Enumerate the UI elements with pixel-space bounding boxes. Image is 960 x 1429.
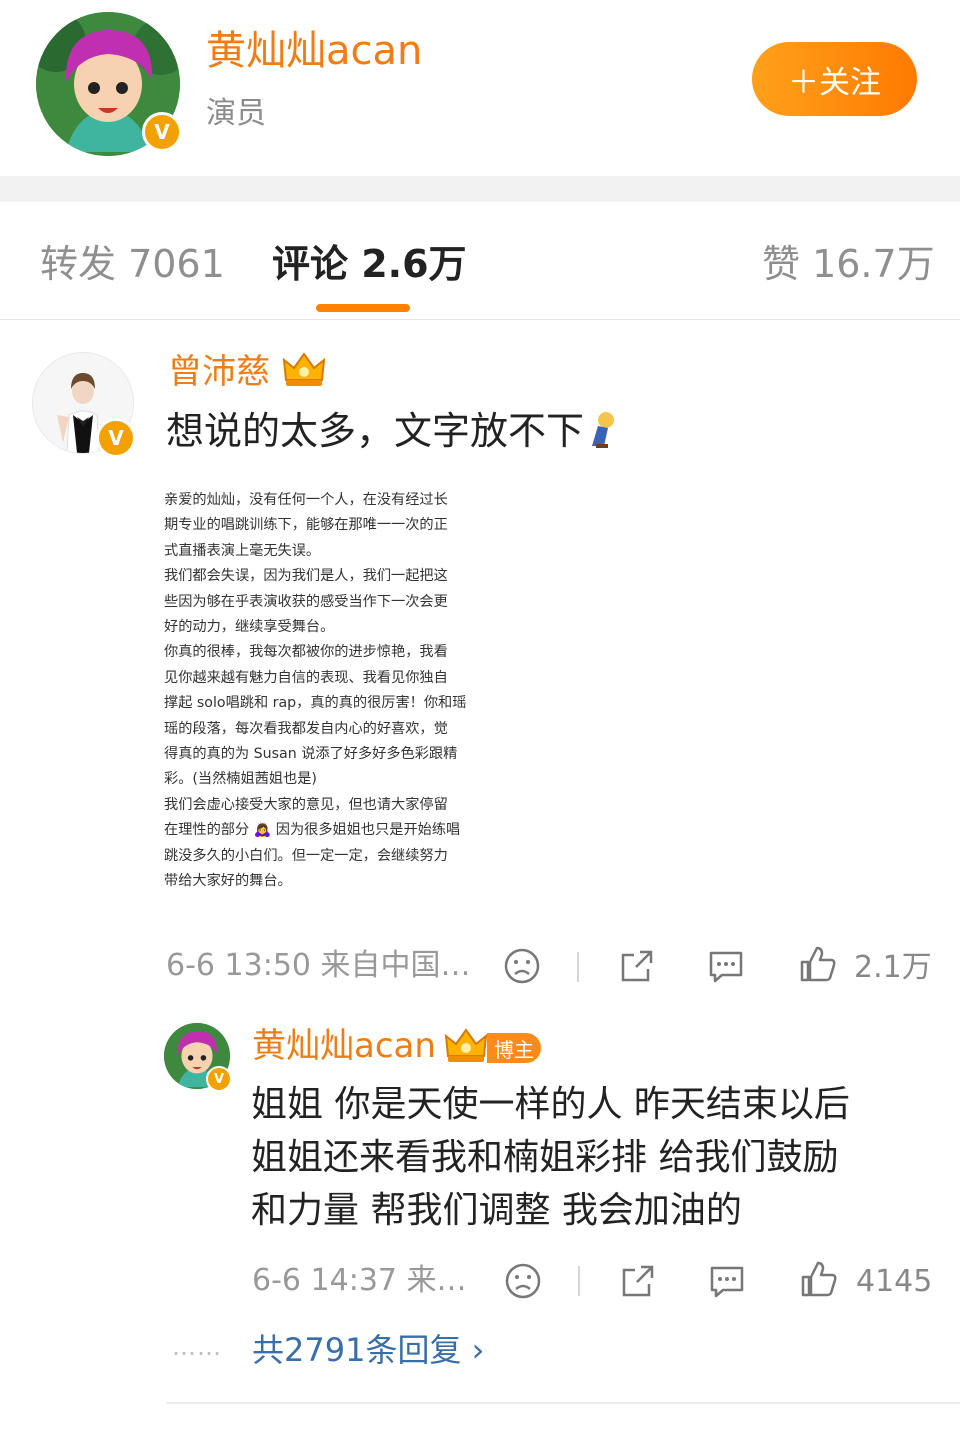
author-role: 演员 bbox=[206, 96, 266, 131]
author-badge: 博主 bbox=[487, 1033, 541, 1063]
meta-divider bbox=[578, 1266, 580, 1296]
like-thumb-icon[interactable] bbox=[798, 944, 838, 984]
dislike-face-icon[interactable] bbox=[503, 947, 541, 985]
share-icon[interactable] bbox=[618, 947, 656, 985]
letter-line: 期专业的唱跳训练下，能够在那唯一一次的正 bbox=[164, 517, 448, 534]
bowing-emoji-icon bbox=[592, 412, 615, 448]
letter-line: 瑶的段落，每次看我都发自内心的好喜欢，觉 bbox=[164, 720, 448, 737]
letter-line: 你真的很棒，我每次都被你的进步惊艳，我看 bbox=[164, 644, 448, 661]
tabs-divider bbox=[0, 319, 960, 320]
comment-divider bbox=[166, 1402, 960, 1404]
more-dots: …… bbox=[172, 1333, 222, 1361]
reply-line: 和力量 帮我们调整 我会加油的 bbox=[251, 1190, 742, 1231]
letter-line: 跳没多久的小白们。但一定一定，会继续努力 bbox=[164, 847, 448, 864]
active-tab-indicator bbox=[316, 304, 410, 312]
letter-line: 见你越来越有魅力自信的表现、我看见你独自 bbox=[164, 669, 448, 686]
comment-icon[interactable] bbox=[706, 947, 746, 985]
like-thumb-icon[interactable] bbox=[799, 1259, 839, 1299]
letter-line: 带给大家好的舞台。 bbox=[164, 873, 292, 890]
letter-line: 我们都会失误，因为我们是人，我们一起把这 bbox=[164, 568, 448, 585]
dislike-face-icon[interactable] bbox=[504, 1262, 542, 1300]
more-replies-link[interactable]: 共2791条回复 › bbox=[252, 1328, 484, 1372]
comment-timestamp: 6-6 13:50 来自中国… bbox=[166, 948, 471, 983]
verified-badge-icon: V bbox=[96, 418, 136, 458]
letter-line: 在理性的部分 🙇‍♀️ 因为很多姐姐也只是开始练唱 bbox=[164, 822, 461, 839]
reply-like-count: 4145 bbox=[856, 1264, 933, 1299]
letter-line: 好的动力，继续享受舞台。 bbox=[164, 619, 335, 636]
reply-line: 姐姐 你是天使一样的人 昨天结束以后 bbox=[251, 1084, 850, 1125]
letter-image[interactable]: 亲爱的灿灿，没有任何一个人，在没有经过长 期专业的唱跳训练下，能够在那唯一一次的… bbox=[162, 488, 494, 904]
verified-badge-icon: V bbox=[142, 112, 182, 152]
tab-reposts[interactable]: 转发 7061 bbox=[40, 240, 225, 288]
letter-line: 得真的真的为 Susan 说添了好多好多色彩跟精 bbox=[164, 746, 458, 763]
letter-line: 彩。(当然楠姐茜姐也是) bbox=[164, 771, 317, 788]
comment-text: 想说的太多，文字放不下 bbox=[166, 406, 620, 456]
letter-line: 些因为够在乎表演收获的感受当作下一次会更 bbox=[164, 593, 448, 610]
letter-line: 亲爱的灿灿，没有任何一个人，在没有经过长 bbox=[164, 492, 448, 508]
crown-badge-icon bbox=[444, 1028, 488, 1062]
crown-badge-icon bbox=[282, 352, 326, 386]
tab-comments[interactable]: 评论 2.6万 bbox=[272, 240, 467, 288]
follow-button[interactable]: ＋关注 bbox=[752, 42, 917, 116]
comment-icon[interactable] bbox=[707, 1262, 747, 1300]
letter-line: 撑起 solo唱跳和 rap，真的真的很厉害！你和瑶 bbox=[164, 695, 467, 712]
letter-line: 式直播表演上毫无失误。 bbox=[164, 542, 321, 559]
reply-author-name[interactable]: 黄灿灿acan bbox=[252, 1024, 436, 1068]
letter-line: 我们会虚心接受大家的意见，但也请大家停留 bbox=[164, 796, 448, 813]
meta-divider bbox=[577, 952, 579, 982]
comment-like-count: 2.1万 bbox=[854, 950, 932, 985]
reply-text: 姐姐 你是天使一样的人 昨天结束以后 姐姐还来看我和楠姐彩排 给我们鼓励 和力量… bbox=[251, 1078, 850, 1237]
section-divider bbox=[0, 176, 960, 202]
share-icon[interactable] bbox=[619, 1262, 657, 1300]
commenter-name[interactable]: 曾沛慈 bbox=[168, 350, 270, 394]
reply-line: 姐姐还来看我和楠姐彩排 给我们鼓励 bbox=[251, 1137, 839, 1178]
author-name[interactable]: 黄灿灿acan bbox=[206, 26, 422, 76]
tab-likes[interactable]: 赞 16.7万 bbox=[762, 240, 935, 288]
verified-badge-icon: V bbox=[206, 1066, 232, 1092]
reply-timestamp: 6-6 14:37 来… bbox=[252, 1263, 467, 1298]
